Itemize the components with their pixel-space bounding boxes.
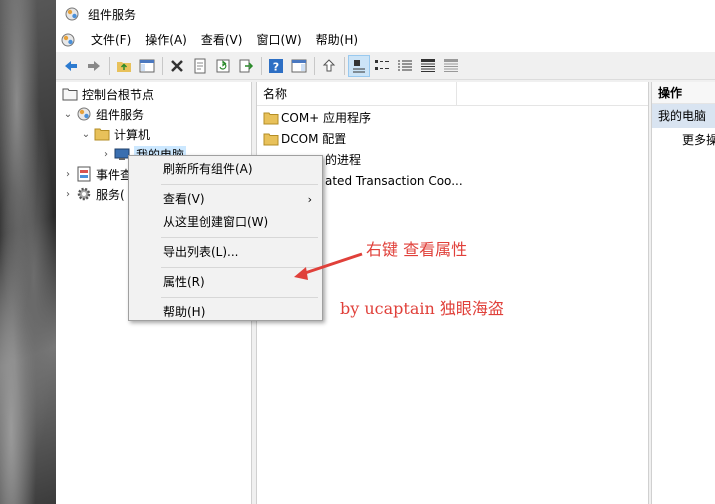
chevron-right-icon[interactable]: ›: [62, 189, 74, 200]
component-services-icon: [77, 107, 91, 121]
back-button[interactable]: [60, 55, 82, 77]
column-name-header[interactable]: 名称: [257, 81, 457, 106]
list-item-label: 的进程: [325, 153, 362, 167]
toolbar-separator: [109, 56, 110, 75]
actions-header: 操作: [652, 82, 715, 104]
detail-view-button[interactable]: [417, 55, 439, 77]
action-pane-icon: [291, 59, 307, 72]
list-header: 名称: [257, 81, 648, 106]
window-title: 组件服务: [88, 7, 137, 22]
console-tree-icon: [139, 59, 155, 72]
toolbar-separator: [261, 56, 262, 75]
toolbar-separator: [344, 56, 345, 75]
annotation-note: 右键 查看属性: [366, 240, 468, 259]
chevron-right-icon[interactable]: ›: [100, 149, 112, 160]
forward-button[interactable]: [83, 55, 105, 77]
toolbar-separator: [162, 56, 163, 75]
menu-separator: [161, 184, 318, 185]
tree-label: 事件查: [96, 167, 133, 182]
system-menu-icon[interactable]: [60, 32, 76, 48]
delete-icon: [171, 59, 183, 72]
help-icon: ?: [269, 58, 283, 73]
title-bar: 组件服务: [56, 0, 715, 28]
folder-icon: [263, 133, 279, 145]
show-hide-tree-button[interactable]: [136, 55, 158, 77]
menu-view[interactable]: 查看(V): [194, 28, 250, 52]
tree-label: 控制台根节点: [82, 87, 155, 102]
gear-icon: [77, 187, 91, 201]
toolbar: ?: [56, 52, 715, 80]
refresh-button[interactable]: [212, 55, 234, 77]
tree-label: 组件服务: [96, 107, 145, 122]
export-list-button[interactable]: [235, 55, 257, 77]
menu-separator: [161, 237, 318, 238]
list-view-icon: [398, 60, 412, 70]
menu-item-label: 查看(V): [163, 192, 205, 206]
detail-view-icon: [421, 58, 435, 72]
context-menu-view[interactable]: 查看(V) ›: [131, 188, 320, 211]
large-icons-view-button[interactable]: [348, 54, 370, 77]
desktop-background: [0, 0, 56, 504]
chevron-right-icon[interactable]: ›: [62, 169, 74, 180]
show-hide-action-pane-button[interactable]: [288, 55, 310, 77]
properties-icon: [194, 58, 206, 73]
context-menu: 刷新所有组件(A) 查看(V) › 从这里创建窗口(W) 导出列表(L)... …: [128, 155, 323, 321]
folder-icon: [263, 112, 279, 124]
small-icons-view-button[interactable]: [371, 55, 393, 77]
menu-help[interactable]: 帮助(H): [309, 28, 365, 52]
more-actions-link[interactable]: 更多操: [652, 128, 715, 152]
context-menu-new-window[interactable]: 从这里创建窗口(W): [131, 211, 320, 234]
customize-view-icon: [444, 58, 458, 72]
toolbar-separator: [314, 56, 315, 75]
folder-icon: [94, 128, 110, 141]
refresh-icon: [216, 59, 230, 72]
tree-item-computers[interactable]: ⌄ 计算机: [80, 124, 150, 144]
tree-item-event-viewer[interactable]: › 事件查: [62, 164, 132, 184]
small-icons-icon: [375, 59, 389, 70]
tree-label: 服务(: [96, 187, 125, 202]
export-icon: [239, 59, 254, 72]
list-item-label: ated Transaction Coo...: [325, 173, 463, 188]
annotation-author: by ucaptain 独眼海盗: [340, 299, 504, 318]
annotation-arrow-icon: [294, 252, 363, 280]
chevron-right-icon: ›: [307, 193, 312, 206]
chevron-down-icon[interactable]: ⌄: [62, 109, 74, 120]
folder-up-icon: [117, 61, 131, 72]
up-arrow-button[interactable]: [318, 55, 340, 77]
list-item[interactable]: COM+ 应用程序: [257, 107, 648, 128]
menu-file[interactable]: 文件(F): [84, 28, 138, 52]
up-arrow-icon: [322, 58, 336, 71]
actions-section-my-computer[interactable]: 我的电脑: [652, 104, 715, 128]
list-item-label: COM+ 应用程序: [281, 111, 372, 125]
menu-window[interactable]: 窗口(W): [249, 28, 308, 52]
component-services-icon: [65, 7, 79, 21]
delete-button[interactable]: [166, 55, 188, 77]
actions-pane: 操作 我的电脑 更多操: [651, 82, 715, 504]
arrow-right-icon: [88, 60, 100, 71]
tree-label: 计算机: [114, 127, 151, 142]
svg-text:?: ?: [273, 60, 279, 73]
context-menu-help[interactable]: 帮助(H): [131, 301, 320, 324]
help-button[interactable]: ?: [265, 55, 287, 77]
up-level-button[interactable]: [113, 55, 135, 77]
list-view-button[interactable]: [394, 55, 416, 77]
tree-item-component-services[interactable]: ⌄ 组件服务: [62, 104, 144, 124]
chevron-down-icon[interactable]: ⌄: [80, 129, 92, 140]
large-icons-icon: [353, 59, 365, 72]
tree-item-console-root[interactable]: 控制台根节点: [60, 84, 154, 104]
list-item[interactable]: DCOM 配置: [257, 128, 648, 149]
event-viewer-icon: [77, 166, 91, 182]
menu-action[interactable]: 操作(A): [138, 28, 194, 52]
folder-icon: [62, 88, 78, 101]
properties-toolbar-button[interactable]: [189, 55, 211, 77]
list-item-label: DCOM 配置: [281, 132, 347, 146]
arrow-left-icon: [65, 60, 77, 71]
customize-view-button[interactable]: [440, 55, 462, 77]
menu-separator: [161, 297, 318, 298]
menu-bar: 文件(F) 操作(A) 查看(V) 窗口(W) 帮助(H): [56, 28, 715, 52]
tree-item-services[interactable]: › 服务(: [62, 184, 125, 204]
context-menu-refresh-all[interactable]: 刷新所有组件(A): [131, 158, 320, 181]
